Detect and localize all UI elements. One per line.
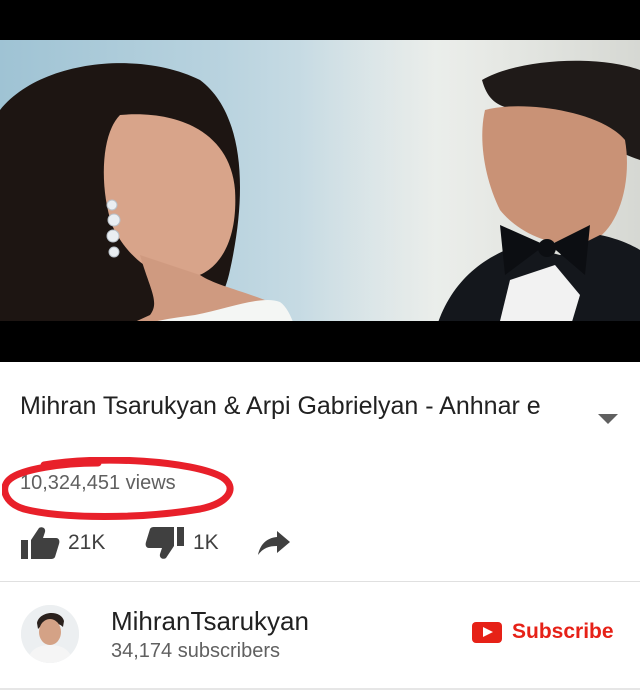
bottom-divider xyxy=(0,688,640,690)
channel-avatar[interactable] xyxy=(21,605,79,663)
youtube-play-icon xyxy=(472,621,502,643)
expand-description-button[interactable] xyxy=(596,410,620,426)
section-divider xyxy=(0,581,640,582)
video-frame xyxy=(0,40,640,362)
avatar-image xyxy=(21,605,79,663)
channel-name[interactable]: MihranTsarukyan xyxy=(111,606,309,637)
thumbs-down-icon xyxy=(145,527,184,559)
subscribe-label: Subscribe xyxy=(512,620,614,643)
dislike-count: 1K xyxy=(193,531,219,554)
video-letterbox-bar xyxy=(0,321,640,362)
subscriber-count: 34,174 subscribers xyxy=(111,640,280,662)
thumbs-up-icon xyxy=(21,527,60,559)
like-button[interactable]: 21K xyxy=(20,525,105,561)
chevron-down-icon xyxy=(598,414,618,424)
like-count: 21K xyxy=(68,531,106,554)
top-black-bar xyxy=(0,0,640,40)
share-button[interactable] xyxy=(257,525,291,561)
dislike-button[interactable]: 1K xyxy=(145,525,219,561)
video-player[interactable] xyxy=(0,40,640,362)
video-title: Mihran Tsarukyan & Arpi Gabrielyan - Anh… xyxy=(20,392,541,420)
subscribe-button[interactable]: Subscribe xyxy=(472,620,614,644)
share-icon xyxy=(258,531,290,555)
video-info-panel: Mihran Tsarukyan & Arpi Gabrielyan - Anh… xyxy=(0,362,640,699)
view-count: 10,324,451 views xyxy=(20,472,176,494)
